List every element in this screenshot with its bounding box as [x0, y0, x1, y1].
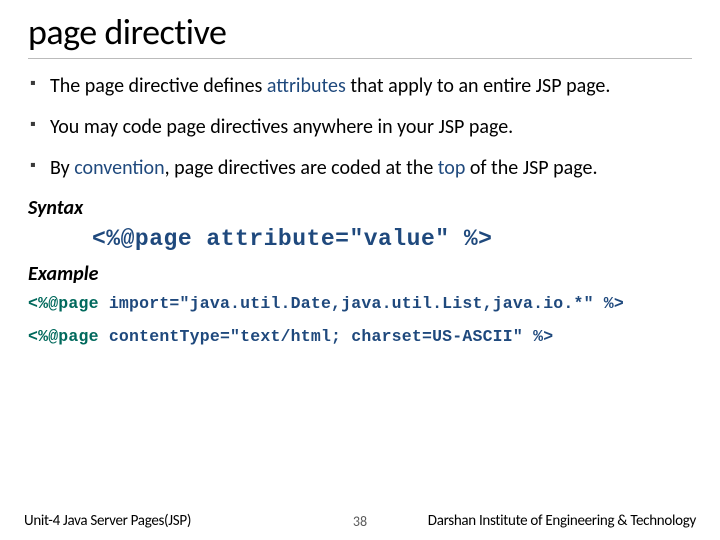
- example-code-line: <%@page import="java.util.Date,java.util…: [28, 294, 692, 313]
- example-tag: <%@page: [28, 327, 99, 346]
- syntax-heading: Syntax: [28, 196, 692, 220]
- example-rest: import="java.util.Date,java.util.List,ja…: [99, 294, 624, 313]
- bullet-text: You may code page directives anywhere in…: [50, 115, 513, 139]
- bullet-text-pre: The page directive defines: [50, 74, 267, 98]
- bullet-text-pre: By: [50, 156, 74, 180]
- bullet-emph: convention: [74, 156, 164, 180]
- bullet-item: By convention, page directives are coded…: [28, 155, 692, 182]
- example-tag: <%@page: [28, 294, 99, 313]
- bullet-text-post: that apply to an entire JSP page.: [346, 74, 611, 98]
- bullet-emph: attributes: [267, 74, 346, 98]
- example-rest: contentType="text/html; charset=US-ASCII…: [99, 327, 554, 346]
- page-number: 38: [353, 513, 367, 530]
- footer-left: Unit-4 Java Server Pages(JSP): [24, 512, 191, 530]
- syntax-code: <%@page attribute="value" %>: [28, 226, 692, 252]
- bullet-item: You may code page directives anywhere in…: [28, 114, 692, 141]
- bullet-emph: top: [438, 156, 466, 180]
- bullet-text-post: of the JSP page.: [465, 156, 597, 180]
- example-code-line: <%@page contentType="text/html; charset=…: [28, 327, 692, 346]
- bullet-item: The page directive defines attributes th…: [28, 73, 692, 100]
- slide-title: page directive: [28, 10, 692, 59]
- footer-right: Darshan Institute of Engineering & Techn…: [428, 512, 696, 530]
- bullet-list: The page directive defines attributes th…: [28, 73, 692, 182]
- example-heading: Example: [28, 262, 692, 286]
- footer: Unit-4 Java Server Pages(JSP) 38 Darshan…: [0, 512, 720, 530]
- slide-body: page directive The page directive define…: [0, 0, 720, 346]
- bullet-text-mid: , page directives are coded at the: [165, 156, 438, 180]
